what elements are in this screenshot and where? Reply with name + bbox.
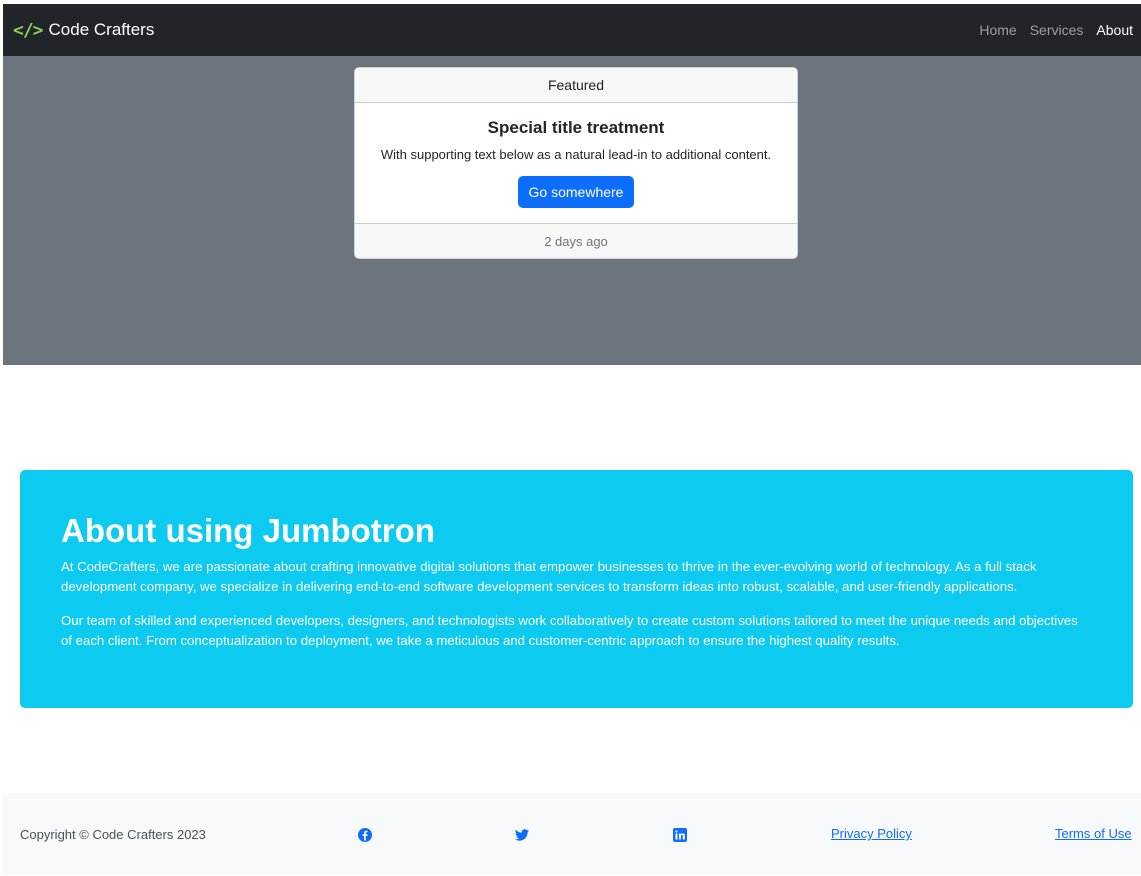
hero-section: Featured Special title treatment With su…	[3, 56, 1141, 365]
jumbotron: About using Jumbotron At CodeCrafters, w…	[20, 470, 1133, 708]
nav-home[interactable]: Home	[979, 22, 1016, 38]
brand-link[interactable]: </> Code Crafters	[13, 20, 154, 41]
footer: Copyright © Code Crafters 2023 Privacy P…	[3, 793, 1141, 875]
nav-about[interactable]: About	[1096, 22, 1133, 38]
linkedin-icon[interactable]	[672, 827, 688, 843]
card-text: With supporting text below as a natural …	[380, 147, 772, 162]
jumbotron-paragraph: At CodeCrafters, we are passionate about…	[61, 559, 1037, 594]
facebook-icon[interactable]	[357, 827, 373, 843]
card-title: Special title treatment	[487, 118, 665, 137]
copyright-text: Copyright © Code Crafters 2023	[20, 826, 206, 842]
card-header: Featured	[355, 68, 797, 103]
featured-card: Featured Special title treatment With su…	[354, 67, 798, 259]
jumbotron-paragraph: Our team of skilled and experienced deve…	[61, 613, 1078, 648]
jumbotron-title: About using Jumbotron	[61, 512, 435, 549]
nav-services[interactable]: Services	[1030, 22, 1084, 38]
card-footer: 2 days ago	[355, 223, 797, 258]
navbar: </> Code Crafters Home Services About	[3, 4, 1141, 56]
code-icon: </>	[13, 19, 43, 41]
terms-of-use-link[interactable]: Terms of Use	[1055, 826, 1132, 841]
go-somewhere-button[interactable]: Go somewhere	[517, 176, 635, 208]
page: </> Code Crafters Home Services About Fe…	[3, 4, 1141, 875]
twitter-icon[interactable]	[514, 827, 530, 843]
brand-name: Code Crafters	[48, 20, 155, 39]
nav-links: Home Services About	[979, 22, 1133, 38]
privacy-policy-link[interactable]: Privacy Policy	[831, 826, 912, 841]
